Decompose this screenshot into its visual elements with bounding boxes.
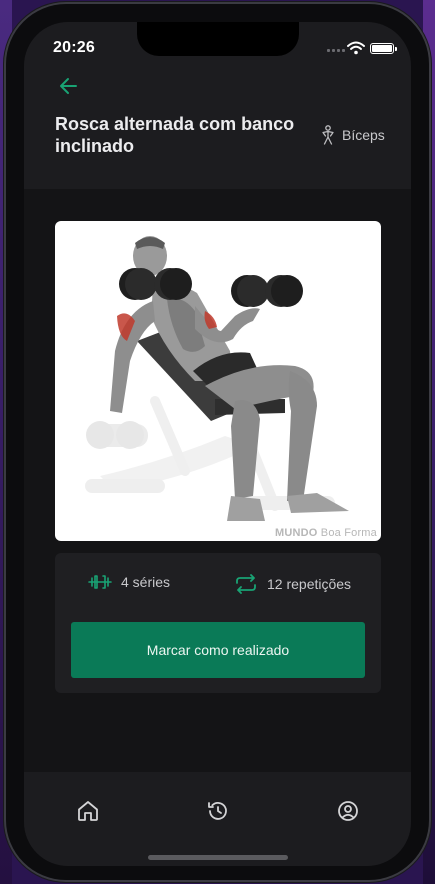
app-screen: Rosca alternada com banco inclinado Bíce…: [24, 22, 411, 866]
image-watermark: MUNDO Boa Forma: [274, 527, 377, 539]
wifi-icon: [347, 41, 365, 55]
phone-frame: Rosca alternada com banco inclinado Bíce…: [4, 2, 431, 882]
cellular-signal-icon: [327, 49, 345, 52]
battery-icon: [370, 43, 397, 54]
dumbbell-icon: [88, 575, 112, 589]
reps-label: 12 repetições: [267, 576, 352, 592]
status-bar: 20:26: [24, 22, 411, 72]
exercise-illustration: MUNDO Boa Forma: [55, 221, 381, 541]
body-figure-icon: [322, 125, 334, 145]
sets-label: 4 séries: [121, 574, 171, 590]
home-icon[interactable]: [76, 799, 100, 823]
exercise-details-card: 4 séries 12 repetições Marcar como reali…: [55, 553, 381, 693]
exercise-title: Rosca alternada com banco inclinado: [55, 114, 295, 156]
mark-as-done-button[interactable]: Marcar como realizado: [71, 622, 365, 678]
profile-icon[interactable]: [336, 799, 360, 823]
bottom-tab-bar: [24, 772, 411, 866]
notch: [137, 22, 299, 56]
muscle-group: Bíceps: [320, 125, 385, 145]
home-indicator[interactable]: [148, 855, 288, 860]
reps-info: 12 repetições: [234, 574, 351, 594]
repeat-icon: [236, 574, 256, 594]
incline-curl-illustration: [85, 236, 349, 521]
muscle-group-label: Bíceps: [342, 127, 385, 143]
history-icon[interactable]: [206, 799, 230, 823]
sets-info: 4 séries: [88, 574, 170, 590]
back-arrow-icon[interactable]: [57, 74, 81, 98]
status-time: 20:26: [53, 39, 95, 56]
